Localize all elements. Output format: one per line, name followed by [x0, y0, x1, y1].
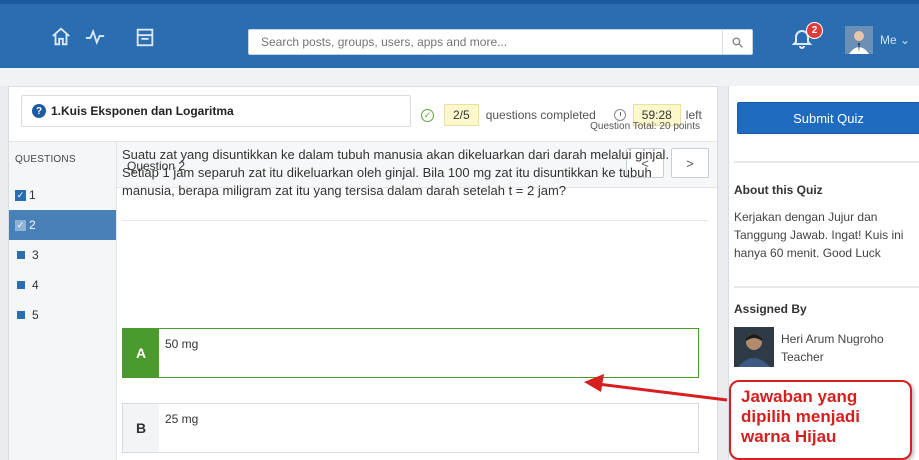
checkbox-checked-icon: ✓: [15, 219, 26, 231]
question-icon: ?: [32, 104, 46, 118]
teacher-avatar[interactable]: [734, 327, 774, 367]
square-icon: [17, 251, 25, 259]
assigned-title: Assigned By: [734, 302, 807, 316]
completed-label: questions completed: [485, 108, 596, 122]
clock-icon: [613, 109, 626, 121]
check-circle-icon: ✓: [421, 108, 434, 122]
answer-option-b[interactable]: B 25 mg: [122, 403, 699, 453]
checkbox-checked-icon: ✓: [15, 189, 26, 201]
annotation-callout: Jawaban yang dipilih menjadi warna Hijau: [729, 380, 912, 460]
question-total: Question Total: 20 points: [590, 121, 700, 132]
answer-letter: B: [123, 404, 159, 452]
sidebar-item-question-4[interactable]: 4: [9, 270, 116, 300]
square-icon: [17, 281, 25, 289]
quiz-header: ? 1.Kuis Eksponen dan Logaritma ✓ 2/5 qu…: [9, 87, 717, 142]
notification-badge[interactable]: 2: [806, 22, 823, 39]
submit-quiz-button[interactable]: Submit Quiz: [737, 102, 919, 134]
user-menu[interactable]: Me ⌄: [880, 33, 910, 47]
teacher-name[interactable]: Heri Arum Nugroho: [781, 332, 884, 346]
questions-sidebar: QUESTIONS ✓ 1 ✓ 2 3 4 5: [9, 142, 117, 460]
search-box[interactable]: [248, 29, 753, 55]
answer-text: 50 mg: [165, 337, 199, 351]
home-icon[interactable]: [46, 22, 76, 52]
quiz-title-box: ? 1.Kuis Eksponen dan Logaritma: [21, 95, 411, 127]
sub-bar: [0, 68, 919, 86]
chevron-down-icon: ⌄: [900, 33, 911, 47]
sidebar-heading: QUESTIONS: [15, 154, 76, 165]
time-label: left: [685, 108, 702, 122]
divider: [122, 220, 708, 221]
sidebar-item-question-3[interactable]: 3: [9, 240, 116, 270]
answer-option-a[interactable]: A 50 mg: [122, 328, 699, 378]
completed-count: 2/5: [444, 104, 479, 126]
about-title: About this Quiz: [734, 183, 823, 197]
teacher-role: Teacher: [781, 350, 824, 364]
activity-icon[interactable]: [80, 22, 110, 52]
search-input[interactable]: [249, 30, 719, 54]
answer-letter: A: [123, 329, 159, 377]
quiz-title: 1.Kuis Eksponen dan Logaritma: [51, 104, 234, 118]
divider: [734, 161, 919, 163]
sidebar-item-question-1[interactable]: ✓ 1: [9, 180, 116, 210]
question-text: Suatu zat yang disuntikkan ke dalam tubu…: [122, 147, 670, 198]
top-navigation-bar: 2 Me ⌄: [0, 0, 919, 68]
search-icon[interactable]: [722, 30, 752, 54]
about-text: Kerjakan dengan Jujur dan Tanggung Jawab…: [734, 210, 904, 260]
sidebar-item-question-5[interactable]: 5: [9, 300, 116, 330]
sidebar-item-question-2[interactable]: ✓ 2: [9, 210, 116, 240]
avatar[interactable]: [845, 26, 873, 54]
divider: [734, 286, 919, 288]
planner-icon[interactable]: [130, 22, 160, 52]
answer-text: 25 mg: [165, 412, 199, 426]
square-icon: [17, 311, 25, 319]
